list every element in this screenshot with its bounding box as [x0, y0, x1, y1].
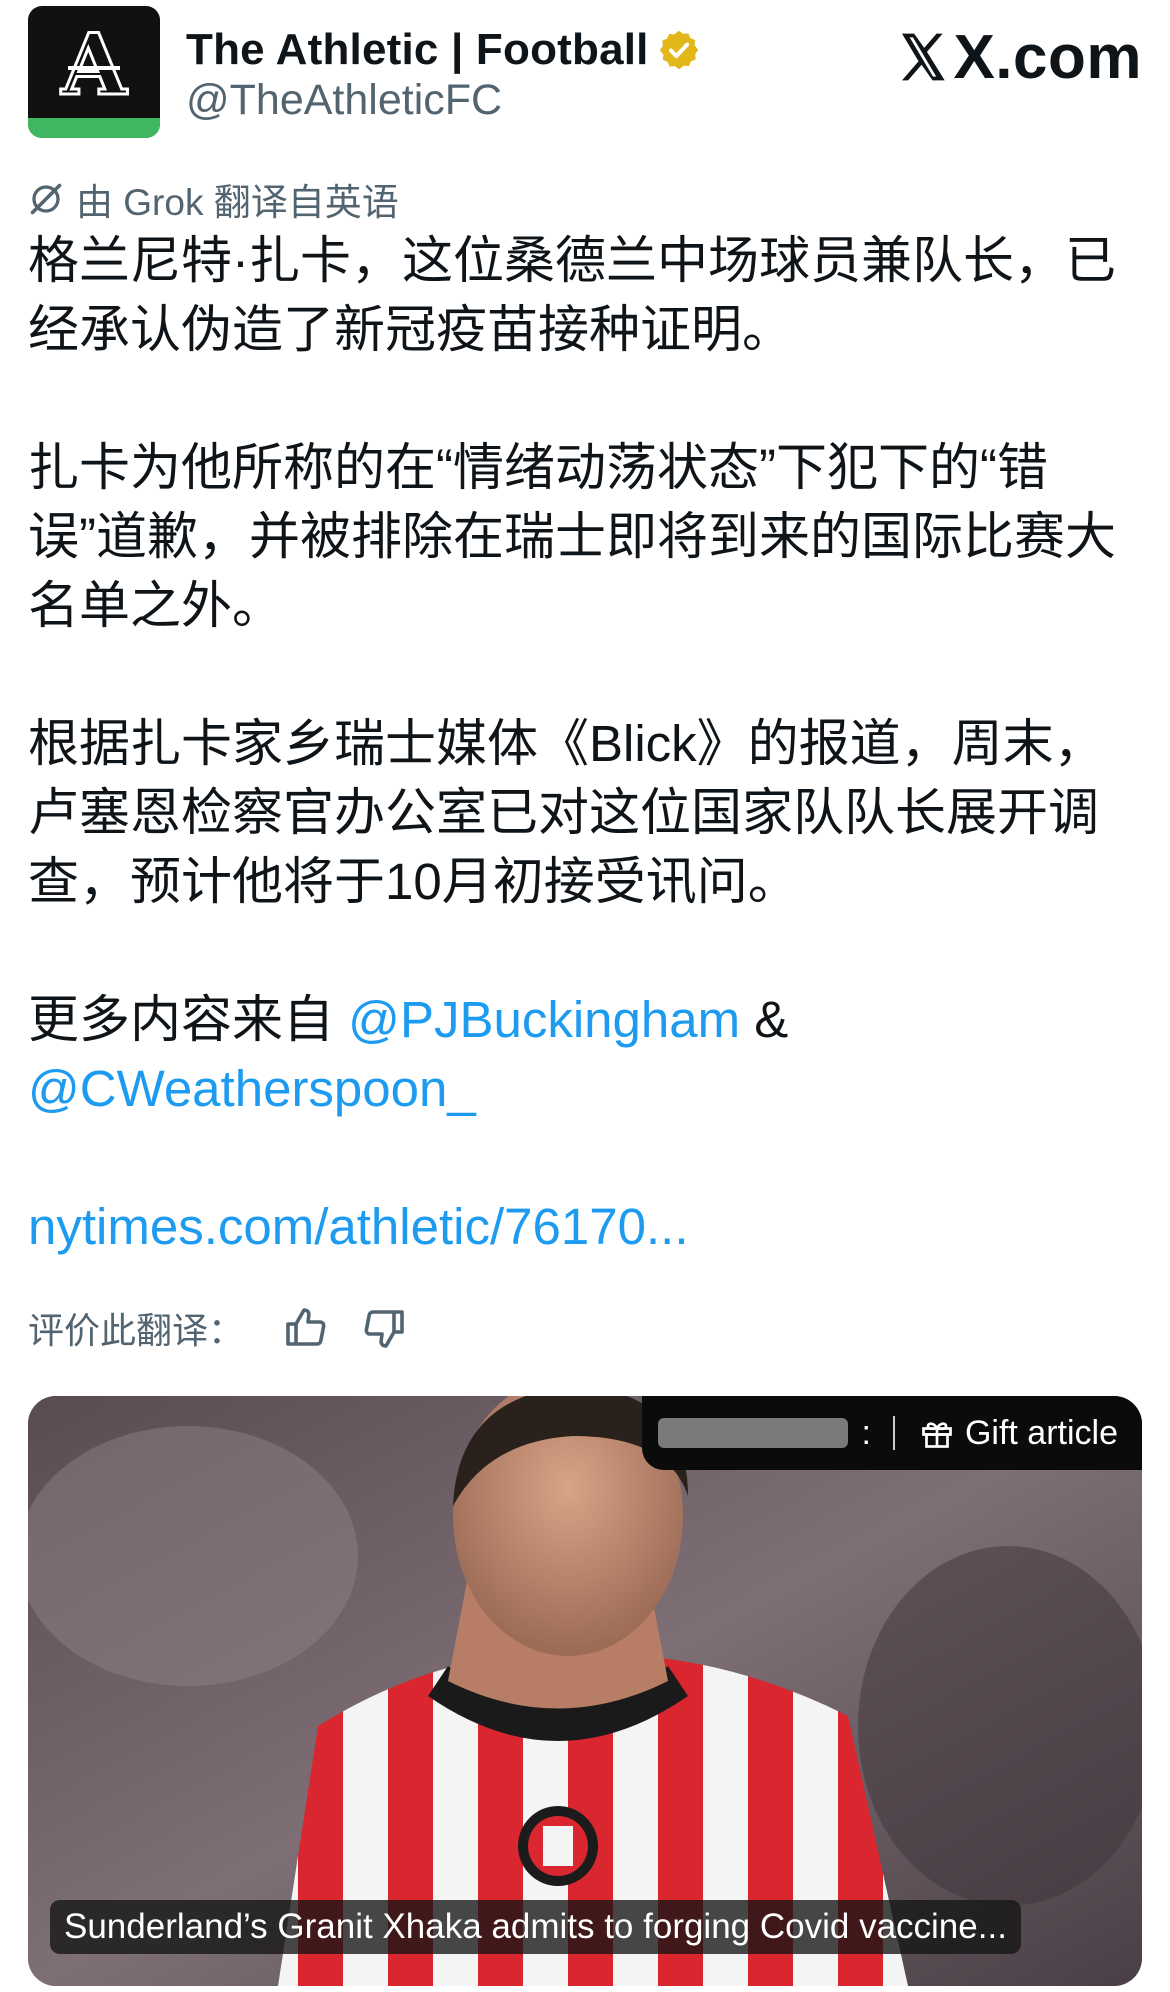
- watermark-text: X.com: [953, 22, 1142, 92]
- rate-translation: 评价此翻译：: [28, 1300, 408, 1356]
- avatar[interactable]: A: [28, 6, 160, 138]
- article-caption: Sunderland’s Granit Xhaka admits to forg…: [50, 1900, 1021, 1954]
- x-logo-icon: [902, 33, 946, 81]
- blurred-author: [657, 1418, 848, 1448]
- thumbs-up-icon[interactable]: [282, 1304, 330, 1352]
- article-photo: [28, 1396, 1142, 1986]
- post-paragraph-2: 扎卡为他所称的在“情绪动荡状态”下犯下的“错误”道歉，并被排除在瑞士即将到来的国…: [28, 439, 1116, 634]
- gift-article-label: Gift article: [964, 1413, 1118, 1452]
- translation-notice[interactable]: 由 Grok 翻译自英语: [28, 176, 399, 223]
- post-link-paragraph: nytimes.com/athletic/76170...: [28, 1192, 1148, 1261]
- athletic-logo-icon: A: [59, 14, 130, 116]
- article-card[interactable]: : Gift article Sunderland’s Granit Xhaka…: [28, 1396, 1142, 1986]
- svg-text:A: A: [60, 15, 128, 114]
- display-name[interactable]: The Athletic | Football: [186, 25, 649, 75]
- post-paragraph-3: 根据扎卡家乡瑞士媒体《Blick》的报道，周末，卢塞恩检察官办公室已对这位国家队…: [28, 715, 1105, 910]
- tweet-header: A The Athletic | Football @TheAthleticFC…: [28, 6, 1142, 142]
- more-options-icon[interactable]: :: [862, 1414, 871, 1453]
- gift-article-bar: : Gift article: [642, 1396, 1142, 1470]
- avatar-green-bar: [28, 118, 160, 138]
- rate-label: 评价此翻译：: [28, 1310, 245, 1351]
- grok-icon: [30, 183, 62, 215]
- gift-icon: [922, 1422, 952, 1448]
- x-com-watermark: X.com: [895, 20, 1142, 94]
- thumbs-down-icon[interactable]: [360, 1304, 408, 1352]
- mention-cweatherspoon[interactable]: @CWeatherspoon_: [28, 1060, 476, 1117]
- post-body: 格兰尼特·扎卡，这位桑德兰中场球员兼队长，已经承认伪造了新冠疫苗接种证明。 扎卡…: [28, 226, 1148, 1261]
- divider: [892, 1416, 895, 1450]
- article-link[interactable]: nytimes.com/athletic/76170...: [28, 1198, 689, 1255]
- post-credits: 更多内容来自 @PJBuckingham & @CWeatherspoon_: [28, 985, 1148, 1123]
- gift-article-button[interactable]: Gift article: [919, 1414, 1118, 1453]
- credits-prefix: 更多内容来自: [28, 991, 349, 1048]
- verified-badge-icon: [659, 30, 698, 70]
- mention-pjbuckingham[interactable]: @PJBuckingham: [348, 991, 740, 1048]
- translation-notice-text: 由 Grok 翻译自英语: [76, 182, 399, 223]
- name-row: The Athletic | Football: [186, 20, 701, 80]
- post-paragraph-1: 格兰尼特·扎卡，这位桑德兰中场球员兼队长，已经承认伪造了新冠疫苗接种证明。: [28, 232, 1116, 358]
- account-handle[interactable]: @TheAthleticFC: [186, 76, 502, 125]
- ampersand: &: [740, 991, 789, 1048]
